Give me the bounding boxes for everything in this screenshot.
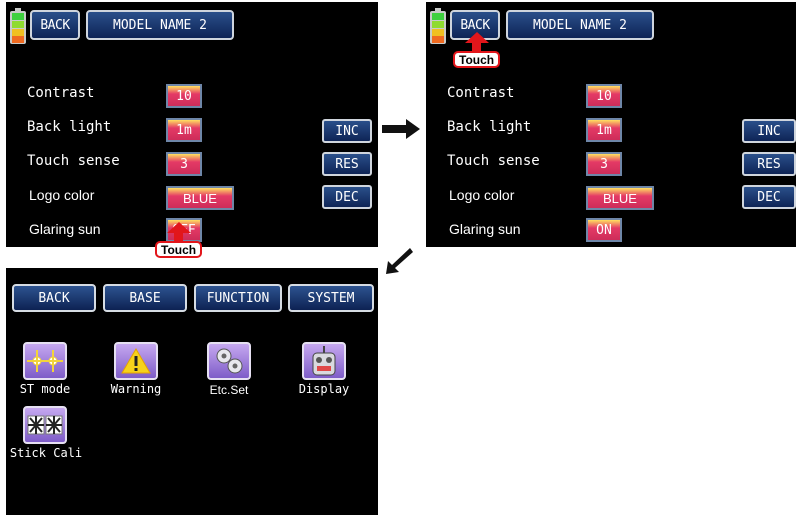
- touch-callout-glaring-sun: Touch: [155, 222, 203, 258]
- warning-label: Warning: [110, 382, 162, 396]
- system-menu-screen: BACK BASE FUNCTION SYSTEM ST mode Warnin…: [6, 268, 378, 515]
- touch-label: Touch: [453, 51, 501, 68]
- back-light-value[interactable]: 1m: [586, 118, 622, 142]
- transmitter-icon: [312, 346, 336, 376]
- tab-function[interactable]: FUNCTION: [194, 284, 282, 312]
- back-light-label: Back light: [447, 119, 532, 135]
- contrast-label: Contrast: [447, 85, 515, 101]
- tab-system[interactable]: SYSTEM: [288, 284, 374, 312]
- warning-icon: [121, 348, 151, 374]
- st-mode-button[interactable]: [23, 342, 67, 380]
- res-button[interactable]: RES: [322, 152, 372, 176]
- res-button[interactable]: RES: [742, 152, 796, 176]
- stick-cali-button[interactable]: [23, 406, 67, 444]
- gears-icon: [216, 348, 243, 374]
- tab-back[interactable]: BACK: [12, 284, 96, 312]
- contrast-value[interactable]: 10: [586, 84, 622, 108]
- arrow-right-icon: [382, 119, 420, 139]
- touch-callout-back: Touch: [453, 32, 501, 68]
- logo-color-label: Logo color: [29, 187, 95, 203]
- dec-button[interactable]: DEC: [742, 185, 796, 209]
- model-name-display: MODEL NAME 2: [506, 10, 654, 40]
- back-light-label: Back light: [27, 119, 112, 135]
- stick-calibration-icon: [27, 415, 63, 435]
- model-name-display: MODEL NAME 2: [86, 10, 234, 40]
- logo-color-label: Logo color: [449, 187, 515, 203]
- display-label: Display: [298, 382, 350, 396]
- display-button[interactable]: [302, 342, 346, 380]
- touch-sense-label: Touch sense: [447, 153, 540, 169]
- tab-base[interactable]: BASE: [103, 284, 187, 312]
- touch-arrow-icon: [166, 222, 191, 233]
- display-settings-screen-after: BACK MODEL NAME 2 Contrast Back light To…: [426, 2, 796, 247]
- logo-color-value[interactable]: BLUE: [166, 186, 234, 210]
- etc-set-label: Etc.Set: [209, 383, 249, 397]
- glaring-sun-label: Glaring sun: [449, 221, 521, 237]
- touch-sense-value[interactable]: 3: [166, 152, 202, 176]
- glaring-sun-value[interactable]: ON: [586, 218, 622, 242]
- st-mode-label: ST mode: [19, 382, 71, 396]
- arrow-down-left-icon: [386, 248, 413, 274]
- logo-color-value[interactable]: BLUE: [586, 186, 654, 210]
- contrast-label: Contrast: [27, 85, 95, 101]
- dec-button[interactable]: DEC: [322, 185, 372, 209]
- back-light-value[interactable]: 1m: [166, 118, 202, 142]
- battery-icon: [430, 8, 446, 44]
- etc-set-button[interactable]: [207, 342, 251, 380]
- battery-icon: [10, 8, 26, 44]
- inc-button[interactable]: INC: [322, 119, 372, 143]
- crosshair-sticks-icon: [27, 350, 63, 372]
- stick-cali-label: Stick Cali: [9, 446, 83, 460]
- display-settings-screen-before: BACK MODEL NAME 2 Contrast Back light To…: [6, 2, 378, 247]
- touch-sense-value[interactable]: 3: [586, 152, 622, 176]
- warning-button[interactable]: [114, 342, 158, 380]
- glaring-sun-label: Glaring sun: [29, 221, 101, 237]
- touch-arrow-icon: [464, 32, 489, 43]
- back-button[interactable]: BACK: [30, 10, 80, 40]
- contrast-value[interactable]: 10: [166, 84, 202, 108]
- touch-sense-label: Touch sense: [27, 153, 120, 169]
- inc-button[interactable]: INC: [742, 119, 796, 143]
- touch-label: Touch: [155, 241, 203, 258]
